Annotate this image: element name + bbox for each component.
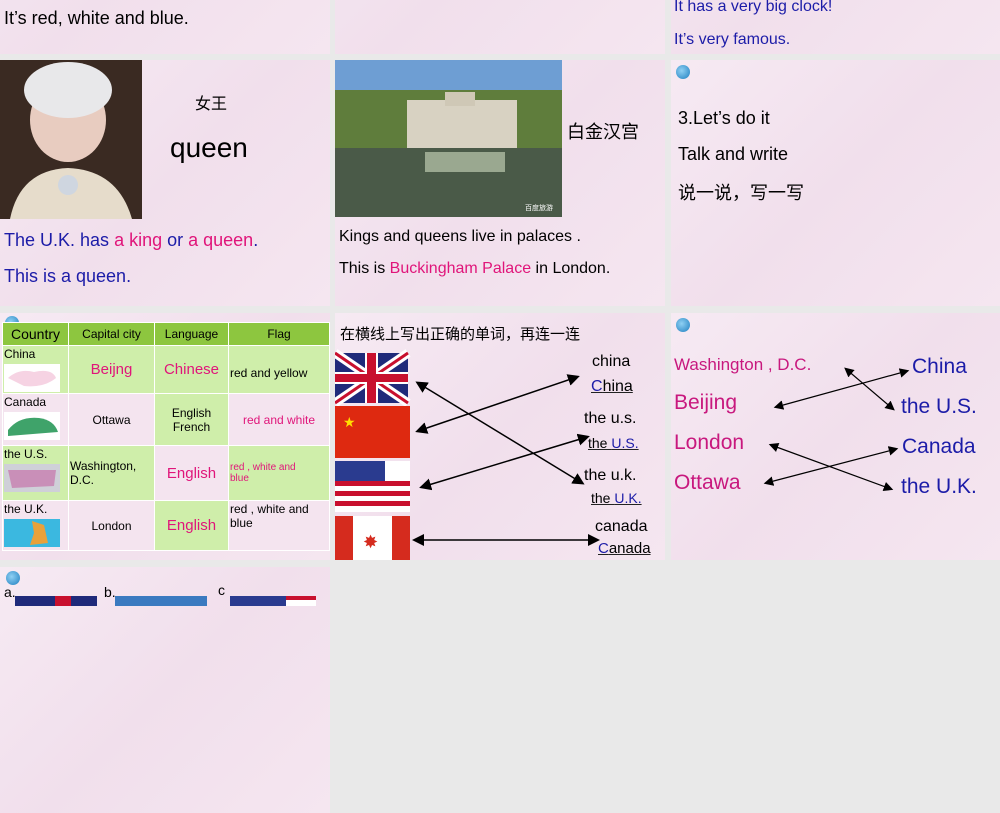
slide-thumbnail-6[interactable]: 3.Let’s do it Talk and write 说一说，写一写 <box>671 60 1000 306</box>
slide-text: It’s very famous. <box>674 31 791 48</box>
cell-flag: red and white <box>228 393 330 446</box>
sentence: This is a queen. <box>4 266 132 286</box>
match-arrows <box>763 367 910 492</box>
cell-capital: Ottawa <box>68 393 155 446</box>
china-map <box>4 364 60 392</box>
header-country: Country <box>2 322 69 346</box>
answer-capital: C <box>591 378 603 395</box>
logo-icon <box>676 65 690 79</box>
cell-flag: red and yellow <box>228 345 330 394</box>
country-table: Country Capital city Language Flag China… <box>2 322 330 551</box>
slide-text: It’s red, white and blue. <box>4 8 189 28</box>
word-lower: the u.s. <box>584 410 637 427</box>
slide-chinese: 说一说，写一写 <box>678 183 804 203</box>
header-capital: Capital city <box>68 322 155 346</box>
canada-flag: ✸ <box>335 516 410 560</box>
uk-flag <box>335 349 411 407</box>
country-name: Canada <box>4 395 47 409</box>
us-flag <box>230 596 316 606</box>
word-lower: china <box>592 353 631 370</box>
sentence-part: . <box>253 230 259 250</box>
slide-title: 3.Let’s do it <box>678 108 770 128</box>
uk-map <box>4 519 60 547</box>
china-flag: ★ <box>335 406 410 458</box>
option-label: c <box>218 582 225 598</box>
vocab-word: queen <box>170 132 248 163</box>
header-language: Language <box>154 322 229 346</box>
svg-text:★: ★ <box>343 414 356 430</box>
cell-capital: Washington, D.C. <box>68 445 155 501</box>
option-label: a. <box>4 584 16 600</box>
sentence-part: in London. <box>531 260 611 277</box>
slide-text: It has a very big clock! <box>674 0 833 15</box>
slide-thumbnail-8[interactable]: 在横线上写出正确的单词，再连一连 ★ ✸ china China the u.s… <box>335 313 665 560</box>
cell-flag: red , white and blue <box>228 445 330 501</box>
country-name: China <box>4 347 36 361</box>
sentence: This is Buckingham Palace in London. <box>339 260 610 278</box>
slide-thumbnail-1[interactable]: It’s red, white and blue. <box>0 0 330 54</box>
word-answer: the U.K. <box>591 490 642 506</box>
slide-thumbnail-5[interactable]: 百度旅游 白金汉宫 Kings and queens live in palac… <box>335 60 665 306</box>
cell-country: China <box>2 345 69 394</box>
cell-language: Chinese <box>154 345 229 394</box>
sentence: Kings and queens live in palaces . <box>339 228 581 245</box>
language-line: English <box>171 405 212 420</box>
cell-language: English <box>154 500 229 551</box>
answer-capital: C <box>598 540 609 557</box>
sentence-highlight: a queen <box>188 230 254 250</box>
chinese-label: 白金汉宫 <box>567 122 639 142</box>
us-flag <box>335 461 410 512</box>
slide-thumbnail-4[interactable]: 女王 queen The U.K. has a king or a queen.… <box>0 60 330 306</box>
us-map <box>4 464 60 492</box>
word-answer: Canada <box>598 540 651 557</box>
sentence-highlight: Buckingham Palace <box>389 260 532 277</box>
cell-flag: red , white and blue <box>228 500 330 551</box>
canada-map <box>4 412 60 440</box>
word-lower: the u.k. <box>584 467 637 484</box>
country-name: the U.S. <box>4 447 48 461</box>
sentence-part: or <box>162 230 189 250</box>
header-flag: Flag <box>228 322 330 346</box>
slide-thumbnail-2[interactable] <box>335 0 665 54</box>
sentence-part: This is <box>339 260 390 277</box>
palace-photo: 百度旅游 <box>335 60 562 217</box>
slide-subtitle: Talk and write <box>678 144 789 164</box>
cell-country: the U.K. <box>2 500 69 551</box>
svg-text:✸: ✸ <box>363 532 378 552</box>
answer-capital: U.K. <box>614 490 642 506</box>
photo-watermark: 百度旅游 <box>525 203 553 212</box>
language-line: French <box>172 419 211 434</box>
answer-rest: anada <box>608 540 651 557</box>
cell-language: English French <box>154 393 229 446</box>
slide-thumbnail-10[interactable]: a. b. c <box>0 567 330 813</box>
logo-icon <box>6 571 20 585</box>
country-name: the U.K. <box>4 502 48 516</box>
cell-capital: Beijng <box>68 345 155 394</box>
chinese-label: 女王 <box>195 96 228 113</box>
sentence-highlight: a king <box>114 230 163 250</box>
answer-rest: the <box>591 490 615 506</box>
cell-country: Canada <box>2 393 69 446</box>
sentence-part: The U.K. has <box>4 230 115 250</box>
answer-rest: hina <box>602 378 633 395</box>
word-lower: canada <box>595 518 648 535</box>
cell-country: the U.S. <box>2 445 69 501</box>
sentence: The U.K. has a king or a queen. <box>4 230 258 251</box>
map-image <box>115 596 207 606</box>
option-label: b. <box>104 584 116 600</box>
uk-flag <box>15 596 97 606</box>
cell-capital: London <box>68 500 155 551</box>
answer-rest: the <box>588 435 612 451</box>
word-answer: the U.S. <box>588 435 639 451</box>
slide-thumbnail-9[interactable]: Washington , D.C. Beijing London Ottawa … <box>671 313 1000 560</box>
answer-capital: U.S. <box>611 435 639 451</box>
word-answer: China <box>591 378 633 396</box>
queen-photo <box>0 60 142 219</box>
slide-thumbnail-3[interactable]: It has a very big clock! It’s very famou… <box>671 0 1000 54</box>
cell-language: English <box>154 445 229 501</box>
